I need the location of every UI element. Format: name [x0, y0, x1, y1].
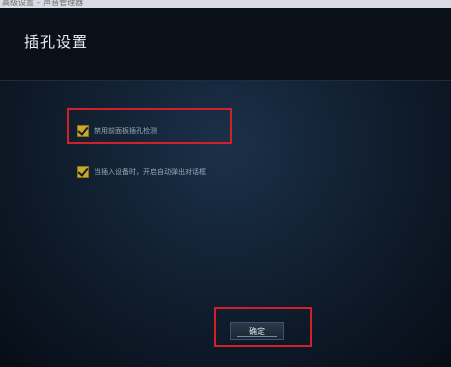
- checkbox-checked-icon[interactable]: [77, 166, 89, 178]
- header-divider: [0, 80, 451, 81]
- option-disable-front-panel-detection[interactable]: 禁用前面板插孔检测: [77, 125, 157, 137]
- ok-button[interactable]: 确定: [230, 322, 284, 340]
- window-title: 高级设置 – 声音管理器: [2, 0, 84, 7]
- page-title: 插孔设置: [24, 33, 89, 51]
- option-label: 当插入设备时，开启自动弹出对话框: [94, 168, 206, 176]
- option-auto-popup-dialog[interactable]: 当插入设备时，开启自动弹出对话框: [77, 166, 206, 178]
- dialog-header: 插孔设置: [0, 8, 451, 80]
- jack-settings-window: 高级设置 – 声音管理器 插孔设置 禁用前面板插孔检测 当插入设备时，开启自动弹…: [0, 0, 451, 367]
- checkbox-checked-icon[interactable]: [77, 125, 89, 137]
- option-label: 禁用前面板插孔检测: [94, 127, 157, 135]
